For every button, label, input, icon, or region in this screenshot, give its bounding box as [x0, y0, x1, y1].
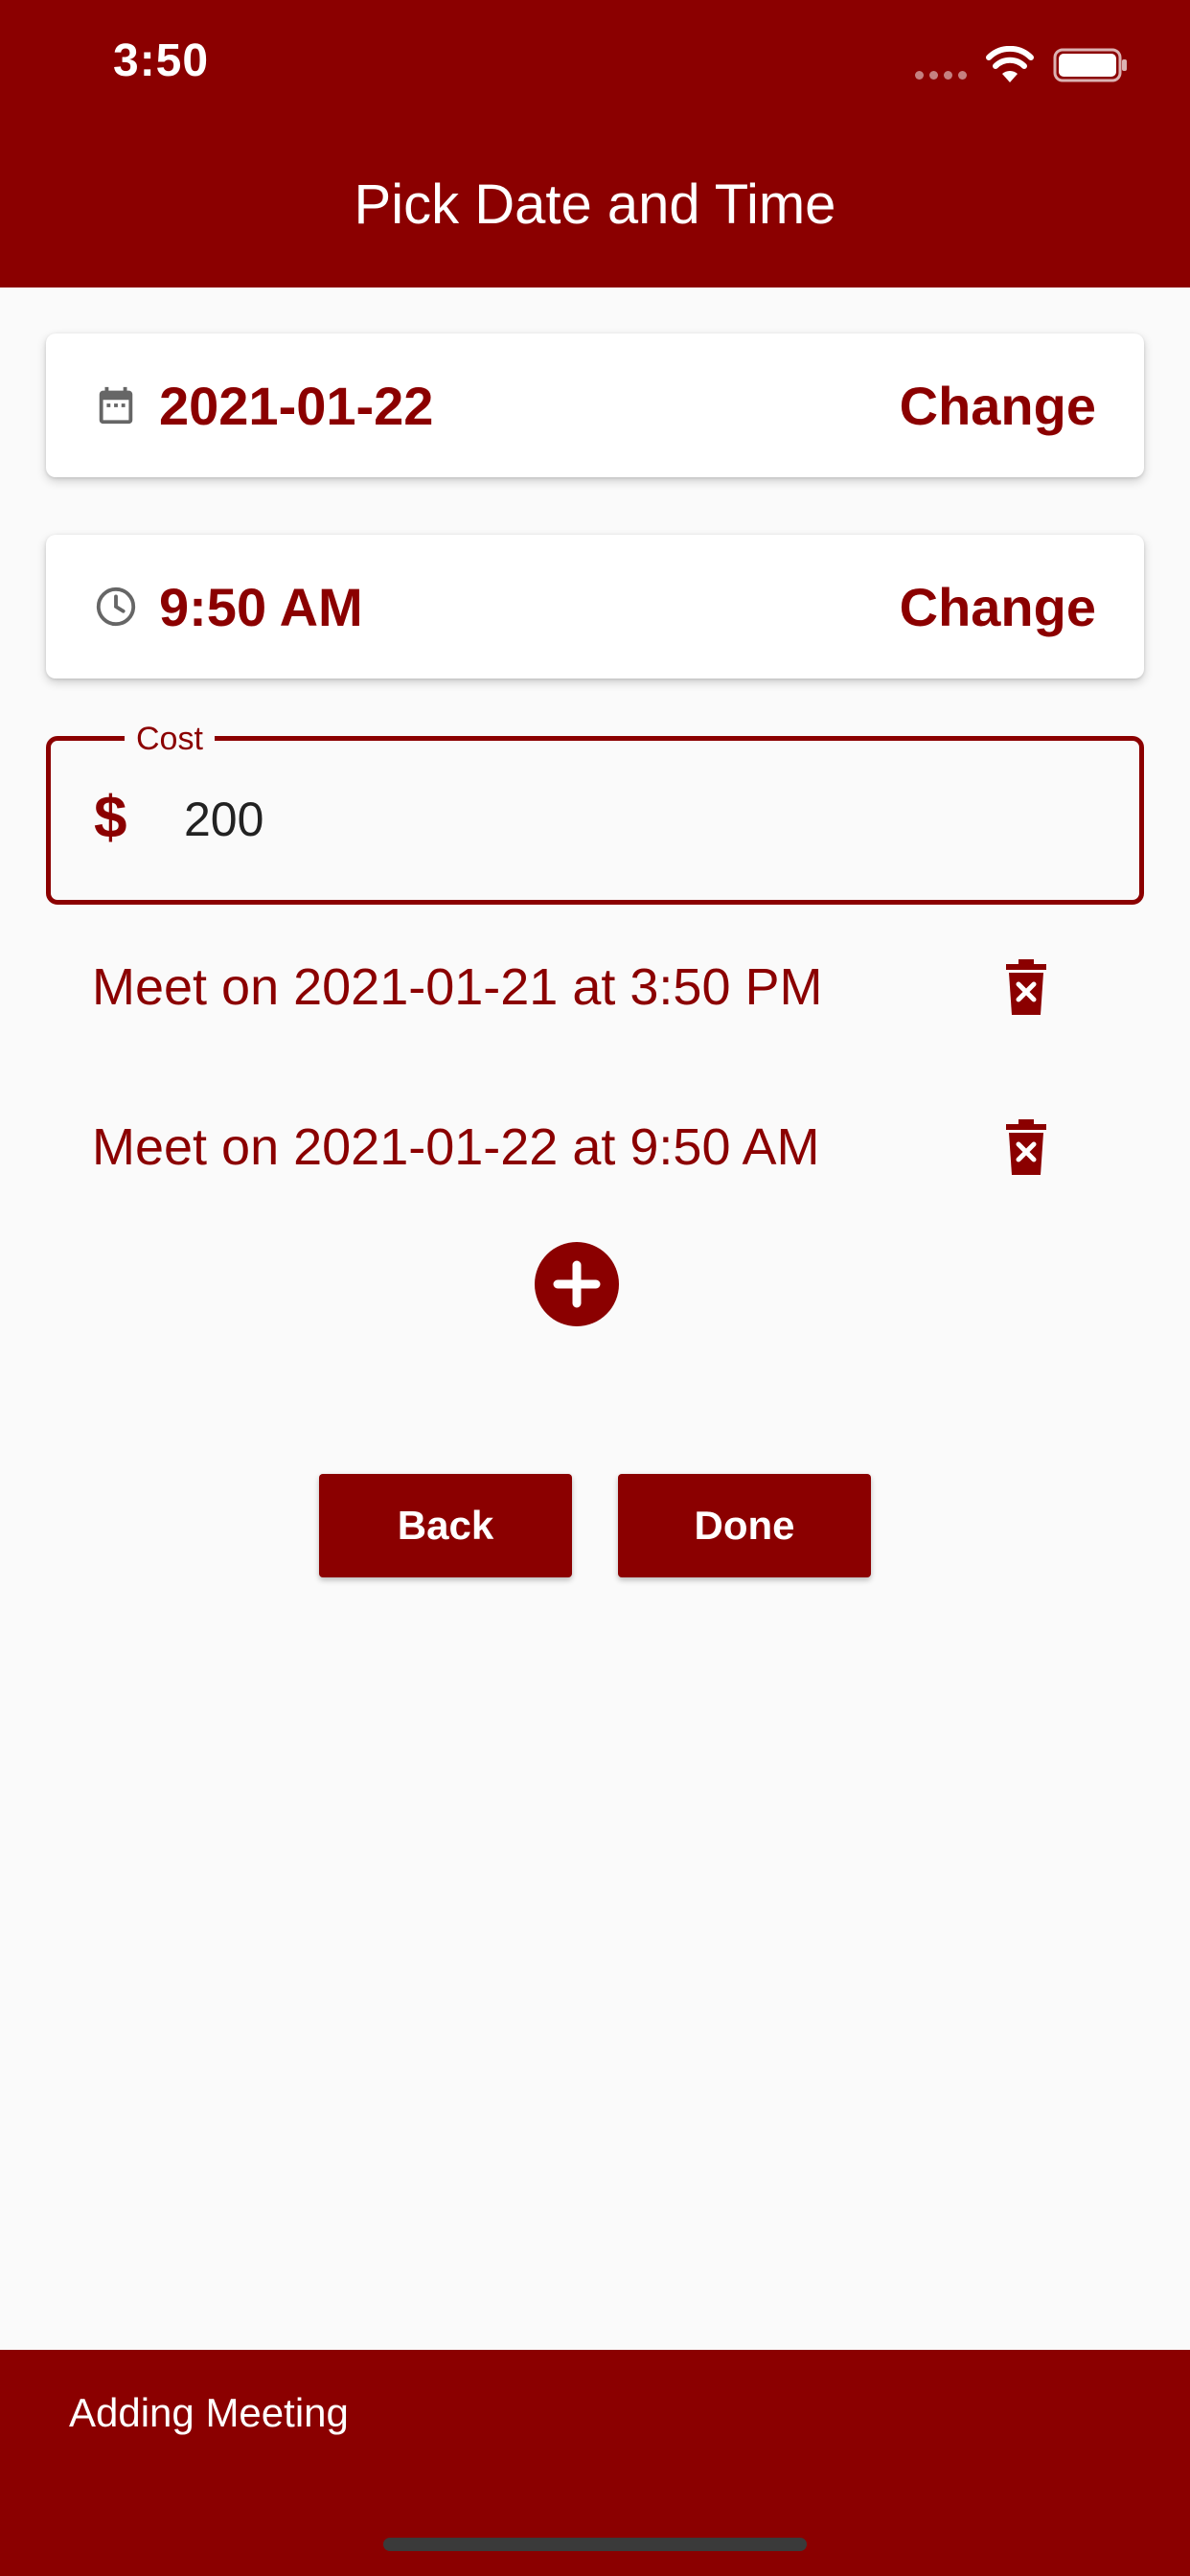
trash-icon[interactable] — [1004, 959, 1048, 1015]
plus-circle-icon — [553, 1260, 601, 1308]
meeting-text: Meet on 2021-01-21 at 3:50 PM — [92, 958, 823, 1016]
bottom-status-text: Adding Meeting — [69, 2390, 349, 2435]
list-item: Meet on 2021-01-22 at 9:50 AM — [92, 1104, 1098, 1190]
status-time: 3:50 — [113, 35, 210, 86]
battery-icon — [1053, 48, 1127, 82]
clock-icon — [96, 586, 136, 627]
trash-icon[interactable] — [1004, 1119, 1048, 1175]
change-date-button[interactable]: Change — [900, 375, 1096, 437]
bottom-bar: Adding Meeting — [0, 2350, 1190, 2576]
done-button[interactable]: Done — [618, 1474, 871, 1577]
page-title: Pick Date and Time — [354, 173, 836, 236]
cost-input-value[interactable]: 200 — [184, 792, 263, 847]
wifi-icon — [986, 46, 1034, 82]
cellular-signal-icon — [915, 71, 967, 80]
meeting-text: Meet on 2021-01-22 at 9:50 AM — [92, 1118, 820, 1176]
back-button[interactable]: Back — [319, 1474, 572, 1577]
change-time-button[interactable]: Change — [900, 576, 1096, 638]
cost-label: Cost — [125, 721, 215, 758]
calendar-icon — [99, 386, 133, 425]
selected-time: 9:50 AM — [159, 576, 363, 637]
home-indicator[interactable] — [383, 2538, 807, 2551]
time-card: 9:50 AM Change — [46, 535, 1144, 678]
app-header: 3:50 Pick Date and Time — [0, 0, 1190, 288]
selected-date: 2021-01-22 — [159, 375, 434, 436]
add-meeting-button[interactable] — [535, 1242, 619, 1326]
list-item: Meet on 2021-01-21 at 3:50 PM — [92, 944, 1098, 1030]
dollar-icon: $ — [94, 785, 127, 851]
date-card: 2021-01-22 Change — [46, 334, 1144, 477]
